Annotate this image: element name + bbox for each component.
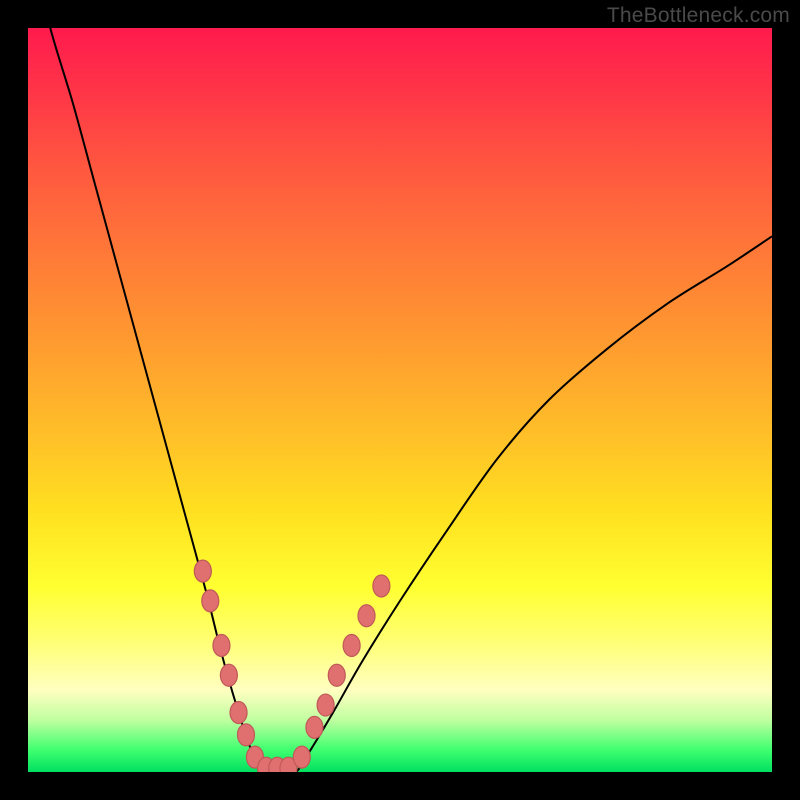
- highlight-dot: [328, 664, 345, 686]
- highlight-dot: [194, 560, 211, 582]
- highlight-dot: [237, 724, 254, 746]
- chart-frame: TheBottleneck.com: [0, 0, 800, 800]
- highlight-dot: [343, 635, 360, 657]
- curve-svg: [28, 28, 772, 772]
- highlight-dot: [317, 694, 334, 716]
- highlight-dot: [230, 701, 247, 723]
- watermark-text: TheBottleneck.com: [607, 4, 790, 28]
- plot-area: [28, 28, 772, 772]
- highlight-dot: [358, 605, 375, 627]
- bottleneck-curve: [43, 28, 772, 772]
- highlight-dot: [220, 664, 237, 686]
- highlight-dot: [293, 746, 310, 768]
- highlight-dot: [202, 590, 219, 612]
- highlight-dot: [213, 635, 230, 657]
- highlight-dot: [373, 575, 390, 597]
- highlight-dot: [306, 716, 323, 738]
